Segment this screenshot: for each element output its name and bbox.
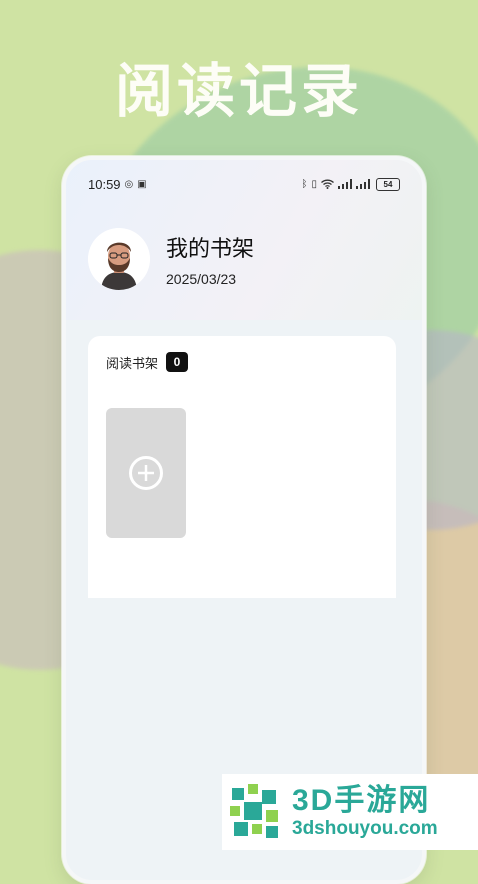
watermark-logo-icon xyxy=(230,784,278,838)
status-time: 10:59 xyxy=(88,176,121,192)
watermark-title: 3D手游网 xyxy=(292,784,431,817)
site-watermark: 3D手游网 3dshouyou.com xyxy=(222,774,478,850)
profile-section: 我的书架 2025/03/23 xyxy=(88,228,254,290)
bluetooth-icon: ᛒ xyxy=(301,178,308,190)
avatar[interactable] xyxy=(88,228,150,290)
signal-icon xyxy=(338,177,352,192)
plus-circle-icon xyxy=(129,456,163,490)
battery-icon: 54 xyxy=(376,177,400,191)
bookshelf-card: 阅读书架 0 xyxy=(88,336,396,598)
profile-title: 我的书架 xyxy=(166,236,255,261)
profile-date: 2025/03/23 xyxy=(166,271,237,287)
nfc-icon: ▣ xyxy=(137,178,147,190)
watermark-url: 3dshouyou.com xyxy=(292,818,438,839)
vibrate-icon: ▯ xyxy=(311,178,317,190)
signal-icon xyxy=(356,177,370,192)
bookshelf-header: 阅读书架 0 xyxy=(106,352,189,372)
bookshelf-count-badge: 0 xyxy=(166,352,189,372)
bookshelf-title: 阅读书架 xyxy=(106,355,159,371)
add-book-button[interactable] xyxy=(106,408,186,538)
notification-icon: ◎ xyxy=(124,178,134,190)
wifi-icon xyxy=(321,177,334,192)
status-bar: 10:59 ◎ ▣ ᛒ ▯ 54 xyxy=(88,174,400,194)
promo-headline: 阅读记录 xyxy=(114,57,363,125)
